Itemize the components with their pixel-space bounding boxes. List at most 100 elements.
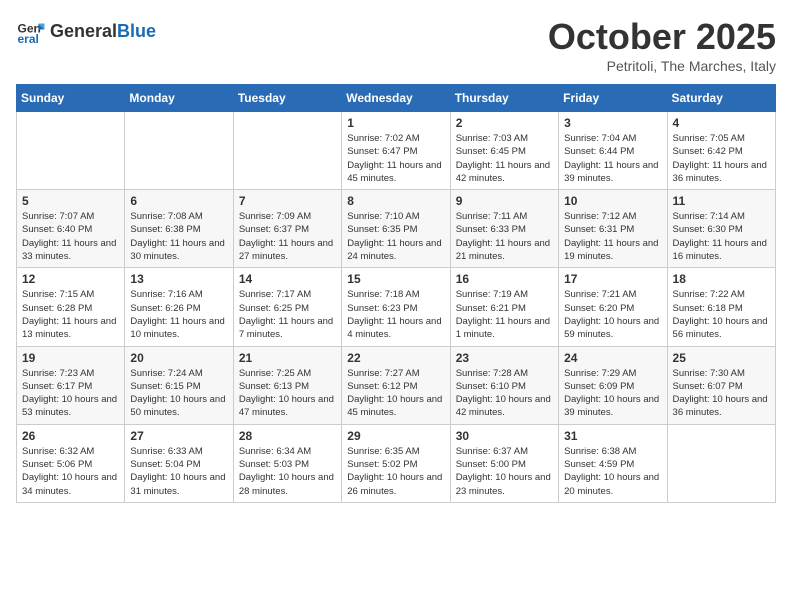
day-info: Sunrise: 6:37 AM Sunset: 5:00 PM Dayligh… (456, 445, 553, 498)
day-number: 30 (456, 429, 553, 443)
calendar-table: SundayMondayTuesdayWednesdayThursdayFrid… (16, 84, 776, 503)
weekday-header-saturday: Saturday (667, 85, 775, 112)
svg-text:eral: eral (18, 32, 39, 46)
calendar-cell: 27 Sunrise: 6:33 AM Sunset: 5:04 PM Dayli… (125, 424, 233, 502)
calendar-week-3: 12 Sunrise: 7:15 AM Sunset: 6:28 PM Dayli… (17, 268, 776, 346)
weekday-header-wednesday: Wednesday (342, 85, 450, 112)
calendar-week-1: 1 Sunrise: 7:02 AM Sunset: 6:47 PM Daylig… (17, 112, 776, 190)
calendar-cell (125, 112, 233, 190)
day-info: Sunrise: 7:02 AM Sunset: 6:47 PM Dayligh… (347, 132, 444, 185)
day-number: 14 (239, 272, 336, 286)
day-number: 11 (673, 194, 770, 208)
day-info: Sunrise: 7:25 AM Sunset: 6:13 PM Dayligh… (239, 367, 336, 420)
calendar-cell: 3 Sunrise: 7:04 AM Sunset: 6:44 PM Daylig… (559, 112, 667, 190)
calendar-week-2: 5 Sunrise: 7:07 AM Sunset: 6:40 PM Daylig… (17, 190, 776, 268)
day-info: Sunrise: 7:10 AM Sunset: 6:35 PM Dayligh… (347, 210, 444, 263)
calendar-cell: 4Sunrise: 7:05 AM Sunset: 6:42 PM Daylig… (667, 112, 775, 190)
day-info: Sunrise: 6:35 AM Sunset: 5:02 PM Dayligh… (347, 445, 444, 498)
calendar-cell (233, 112, 341, 190)
day-number: 19 (22, 351, 119, 365)
day-number: 17 (564, 272, 661, 286)
day-number: 20 (130, 351, 227, 365)
calendar-cell: 21 Sunrise: 7:25 AM Sunset: 6:13 PM Dayli… (233, 346, 341, 424)
weekday-header-thursday: Thursday (450, 85, 558, 112)
location-subtitle: Petritoli, The Marches, Italy (548, 58, 776, 74)
day-number: 29 (347, 429, 444, 443)
day-number: 1 (347, 116, 444, 130)
day-number: 10 (564, 194, 661, 208)
day-number: 25 (673, 351, 770, 365)
calendar-cell: 31 Sunrise: 6:38 AM Sunset: 4:59 PM Dayli… (559, 424, 667, 502)
calendar-cell: 12 Sunrise: 7:15 AM Sunset: 6:28 PM Dayli… (17, 268, 125, 346)
day-info: Sunrise: 7:08 AM Sunset: 6:38 PM Dayligh… (130, 210, 227, 263)
day-info: Sunrise: 6:34 AM Sunset: 5:03 PM Dayligh… (239, 445, 336, 498)
calendar-cell: 23 Sunrise: 7:28 AM Sunset: 6:10 PM Dayli… (450, 346, 558, 424)
day-number: 21 (239, 351, 336, 365)
day-number: 16 (456, 272, 553, 286)
calendar-cell: 14Sunrise: 7:17 AM Sunset: 6:25 PM Dayli… (233, 268, 341, 346)
day-info: Sunrise: 7:11 AM Sunset: 6:33 PM Dayligh… (456, 210, 553, 263)
calendar-cell: 11Sunrise: 7:14 AM Sunset: 6:30 PM Dayli… (667, 190, 775, 268)
day-info: Sunrise: 7:16 AM Sunset: 6:26 PM Dayligh… (130, 288, 227, 341)
logo: Gen eral GeneralBlue (16, 16, 156, 46)
day-info: Sunrise: 7:27 AM Sunset: 6:12 PM Dayligh… (347, 367, 444, 420)
day-number: 23 (456, 351, 553, 365)
title-block: October 2025 Petritoli, The Marches, Ita… (548, 16, 776, 74)
day-info: Sunrise: 7:09 AM Sunset: 6:37 PM Dayligh… (239, 210, 336, 263)
weekday-header-tuesday: Tuesday (233, 85, 341, 112)
weekday-header-monday: Monday (125, 85, 233, 112)
day-number: 28 (239, 429, 336, 443)
day-info: Sunrise: 7:28 AM Sunset: 6:10 PM Dayligh… (456, 367, 553, 420)
calendar-cell: 28 Sunrise: 6:34 AM Sunset: 5:03 PM Dayli… (233, 424, 341, 502)
calendar-cell: 19Sunrise: 7:23 AM Sunset: 6:17 PM Dayli… (17, 346, 125, 424)
calendar-cell: 7Sunrise: 7:09 AM Sunset: 6:37 PM Daylig… (233, 190, 341, 268)
day-number: 9 (456, 194, 553, 208)
day-info: Sunrise: 7:12 AM Sunset: 6:31 PM Dayligh… (564, 210, 661, 263)
day-number: 4 (673, 116, 770, 130)
day-info: Sunrise: 7:19 AM Sunset: 6:21 PM Dayligh… (456, 288, 553, 341)
calendar-cell: 18Sunrise: 7:22 AM Sunset: 6:18 PM Dayli… (667, 268, 775, 346)
calendar-cell: 29 Sunrise: 6:35 AM Sunset: 5:02 PM Dayli… (342, 424, 450, 502)
day-number: 31 (564, 429, 661, 443)
calendar-cell: 6 Sunrise: 7:08 AM Sunset: 6:38 PM Daylig… (125, 190, 233, 268)
weekday-header-friday: Friday (559, 85, 667, 112)
day-info: Sunrise: 7:24 AM Sunset: 6:15 PM Dayligh… (130, 367, 227, 420)
day-number: 26 (22, 429, 119, 443)
calendar-cell: 24Sunrise: 7:29 AM Sunset: 6:09 PM Dayli… (559, 346, 667, 424)
day-number: 15 (347, 272, 444, 286)
calendar-week-4: 19Sunrise: 7:23 AM Sunset: 6:17 PM Dayli… (17, 346, 776, 424)
day-info: Sunrise: 7:30 AM Sunset: 6:07 PM Dayligh… (673, 367, 770, 420)
day-number: 12 (22, 272, 119, 286)
day-info: Sunrise: 7:04 AM Sunset: 6:44 PM Dayligh… (564, 132, 661, 185)
day-number: 24 (564, 351, 661, 365)
calendar-cell: 25 Sunrise: 7:30 AM Sunset: 6:07 PM Dayli… (667, 346, 775, 424)
day-info: Sunrise: 6:33 AM Sunset: 5:04 PM Dayligh… (130, 445, 227, 498)
calendar-cell: 2Sunrise: 7:03 AM Sunset: 6:45 PM Daylig… (450, 112, 558, 190)
calendar-cell: 17Sunrise: 7:21 AM Sunset: 6:20 PM Dayli… (559, 268, 667, 346)
day-info: Sunrise: 7:18 AM Sunset: 6:23 PM Dayligh… (347, 288, 444, 341)
calendar-cell: 16 Sunrise: 7:19 AM Sunset: 6:21 PM Dayli… (450, 268, 558, 346)
calendar-cell: 20 Sunrise: 7:24 AM Sunset: 6:15 PM Dayli… (125, 346, 233, 424)
calendar-cell: 10 Sunrise: 7:12 AM Sunset: 6:31 PM Dayli… (559, 190, 667, 268)
calendar-cell: 5 Sunrise: 7:07 AM Sunset: 6:40 PM Daylig… (17, 190, 125, 268)
day-number: 2 (456, 116, 553, 130)
calendar-cell: 26 Sunrise: 6:32 AM Sunset: 5:06 PM Dayli… (17, 424, 125, 502)
calendar-cell: 8 Sunrise: 7:10 AM Sunset: 6:35 PM Daylig… (342, 190, 450, 268)
day-number: 3 (564, 116, 661, 130)
day-number: 5 (22, 194, 119, 208)
logo-blue: Blue (117, 21, 156, 41)
day-info: Sunrise: 6:38 AM Sunset: 4:59 PM Dayligh… (564, 445, 661, 498)
weekday-header-row: SundayMondayTuesdayWednesdayThursdayFrid… (17, 85, 776, 112)
day-number: 27 (130, 429, 227, 443)
calendar-cell: 9 Sunrise: 7:11 AM Sunset: 6:33 PM Daylig… (450, 190, 558, 268)
day-number: 13 (130, 272, 227, 286)
calendar-cell: 22Sunrise: 7:27 AM Sunset: 6:12 PM Dayli… (342, 346, 450, 424)
day-number: 18 (673, 272, 770, 286)
day-info: Sunrise: 6:32 AM Sunset: 5:06 PM Dayligh… (22, 445, 119, 498)
day-number: 8 (347, 194, 444, 208)
calendar-cell (17, 112, 125, 190)
day-info: Sunrise: 7:15 AM Sunset: 6:28 PM Dayligh… (22, 288, 119, 341)
day-info: Sunrise: 7:07 AM Sunset: 6:40 PM Dayligh… (22, 210, 119, 263)
month-title: October 2025 (548, 16, 776, 58)
day-number: 6 (130, 194, 227, 208)
